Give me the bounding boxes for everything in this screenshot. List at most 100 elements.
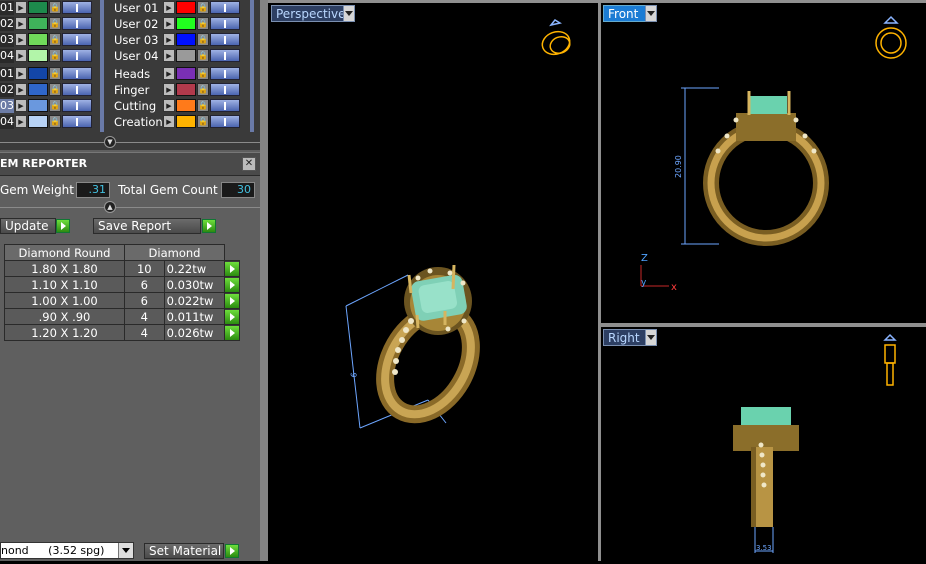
chevron-down-icon[interactable] xyxy=(645,329,657,346)
layer-row[interactable]: 04 ▶ 🔒 xyxy=(0,114,92,129)
layer-visibility-button[interactable] xyxy=(210,33,240,46)
lock-icon[interactable]: 🔒 xyxy=(197,99,209,112)
layer-row[interactable]: 02 ▶ 🔒 xyxy=(0,16,92,31)
gem-weight-field[interactable]: .31 xyxy=(76,182,110,198)
layer-row[interactable]: Heads ▶ 🔒 xyxy=(110,66,240,81)
row-action[interactable] xyxy=(224,324,240,341)
lock-icon[interactable]: 🔒 xyxy=(197,33,209,46)
go-icon[interactable] xyxy=(225,309,239,324)
table-row[interactable]: .90 X .90 4 0.011tw xyxy=(4,308,240,325)
view-orientation-icon[interactable] xyxy=(883,333,897,386)
front-viewport[interactable]: 20.90 Z x y Front xyxy=(601,3,926,323)
play-icon[interactable]: ▶ xyxy=(163,33,175,46)
view-orientation-icon[interactable] xyxy=(539,19,573,58)
layer-visibility-button[interactable] xyxy=(210,1,240,14)
layer-color-swatch[interactable] xyxy=(28,17,48,30)
play-icon[interactable]: ▶ xyxy=(163,1,175,14)
save-report-go-icon[interactable] xyxy=(202,219,216,233)
viewport-label-front[interactable]: Front xyxy=(603,5,647,22)
view-orientation-icon[interactable] xyxy=(875,15,907,59)
layer-color-swatch[interactable] xyxy=(176,17,196,30)
layer-visibility-button[interactable] xyxy=(62,99,92,112)
play-icon[interactable]: ▶ xyxy=(15,99,27,112)
layer-color-swatch[interactable] xyxy=(28,99,48,112)
go-icon[interactable] xyxy=(225,325,239,340)
layer-row[interactable]: 01 ▶ 🔒 xyxy=(0,66,92,81)
layer-color-swatch[interactable] xyxy=(176,49,196,62)
go-icon[interactable] xyxy=(225,261,239,276)
layer-row[interactable]: Creation ▶ 🔒 xyxy=(110,114,240,129)
layer-visibility-button[interactable] xyxy=(62,49,92,62)
right-viewport[interactable]: 3.53 Right xyxy=(601,327,926,561)
viewport-label-perspective[interactable]: Perspective xyxy=(271,5,347,22)
layer-color-swatch[interactable] xyxy=(28,49,48,62)
play-icon[interactable]: ▶ xyxy=(163,67,175,80)
save-report-button[interactable]: Save Report xyxy=(93,218,201,234)
update-go-icon[interactable] xyxy=(56,219,70,233)
layer-visibility-button[interactable] xyxy=(62,33,92,46)
lock-icon[interactable]: 🔒 xyxy=(197,49,209,62)
lock-icon[interactable]: 🔒 xyxy=(49,33,61,46)
layer-color-swatch[interactable] xyxy=(28,1,48,14)
panel-splitter[interactable] xyxy=(260,0,268,561)
lock-icon[interactable]: 🔒 xyxy=(49,99,61,112)
lock-icon[interactable]: 🔒 xyxy=(49,67,61,80)
layer-color-swatch[interactable] xyxy=(176,1,196,14)
play-icon[interactable]: ▶ xyxy=(163,83,175,96)
layer-color-swatch[interactable] xyxy=(176,115,196,128)
viewport-label-right[interactable]: Right xyxy=(603,329,647,346)
layer-color-swatch[interactable] xyxy=(176,67,196,80)
collapse-toggle-icon[interactable]: ▲ xyxy=(104,201,116,213)
lock-icon[interactable]: 🔒 xyxy=(49,115,61,128)
chevron-down-icon[interactable] xyxy=(343,5,355,22)
layer-row[interactable]: 01 ▶ 🔒 xyxy=(0,0,92,15)
lock-icon[interactable]: 🔒 xyxy=(197,17,209,30)
play-icon[interactable]: ▶ xyxy=(15,83,27,96)
close-icon[interactable]: ✕ xyxy=(242,157,256,171)
play-icon[interactable]: ▶ xyxy=(15,1,27,14)
ring-model[interactable] xyxy=(703,91,829,246)
row-action[interactable] xyxy=(224,276,240,293)
chevron-down-icon[interactable] xyxy=(118,543,133,558)
layer-color-swatch[interactable] xyxy=(176,83,196,96)
material-select[interactable]: nond (3.52 spg) xyxy=(0,542,134,559)
play-icon[interactable]: ▶ xyxy=(163,17,175,30)
layer-row[interactable]: User 01 ▶ 🔒 xyxy=(110,0,240,15)
layer-row[interactable]: Finger ▶ 🔒 xyxy=(110,82,240,97)
table-row[interactable]: 1.20 X 1.20 4 0.026tw xyxy=(4,324,240,341)
table-row[interactable]: 1.80 X 1.80 10 0.22tw xyxy=(4,260,240,277)
chevron-down-icon[interactable] xyxy=(645,5,657,22)
set-material-go-icon[interactable] xyxy=(225,544,239,558)
row-action[interactable] xyxy=(224,308,240,325)
row-action[interactable] xyxy=(224,260,240,277)
play-icon[interactable]: ▶ xyxy=(15,49,27,62)
total-gem-count-field[interactable]: 30 xyxy=(221,182,255,198)
layer-color-swatch[interactable] xyxy=(176,99,196,112)
layer-visibility-button[interactable] xyxy=(62,83,92,96)
set-material-button[interactable]: Set Material xyxy=(144,543,224,559)
layer-visibility-button[interactable] xyxy=(62,67,92,80)
layer-row[interactable]: User 02 ▶ 🔒 xyxy=(110,16,240,31)
play-icon[interactable]: ▶ xyxy=(15,115,27,128)
collapse-toggle-icon[interactable]: ▼ xyxy=(104,136,116,148)
lock-icon[interactable]: 🔒 xyxy=(49,83,61,96)
layer-row[interactable]: 04 ▶ 🔒 xyxy=(0,48,92,63)
layer-visibility-button[interactable] xyxy=(210,115,240,128)
lock-icon[interactable]: 🔒 xyxy=(49,1,61,14)
go-icon[interactable] xyxy=(225,277,239,292)
lock-icon[interactable]: 🔒 xyxy=(49,49,61,62)
play-icon[interactable]: ▶ xyxy=(15,33,27,46)
ring-model[interactable] xyxy=(368,264,489,430)
layer-color-swatch[interactable] xyxy=(28,83,48,96)
update-button[interactable]: Update xyxy=(0,218,56,234)
layer-visibility-button[interactable] xyxy=(210,17,240,30)
layer-visibility-button[interactable] xyxy=(210,49,240,62)
ring-model[interactable] xyxy=(733,407,799,527)
layer-row[interactable]: Cutting ▶ 🔒 xyxy=(110,98,240,113)
layer-color-swatch[interactable] xyxy=(176,33,196,46)
table-row[interactable]: 1.00 X 1.00 6 0.022tw xyxy=(4,292,240,309)
lock-icon[interactable]: 🔒 xyxy=(197,115,209,128)
layer-visibility-button[interactable] xyxy=(210,67,240,80)
play-icon[interactable]: ▶ xyxy=(15,17,27,30)
play-icon[interactable]: ▶ xyxy=(163,99,175,112)
